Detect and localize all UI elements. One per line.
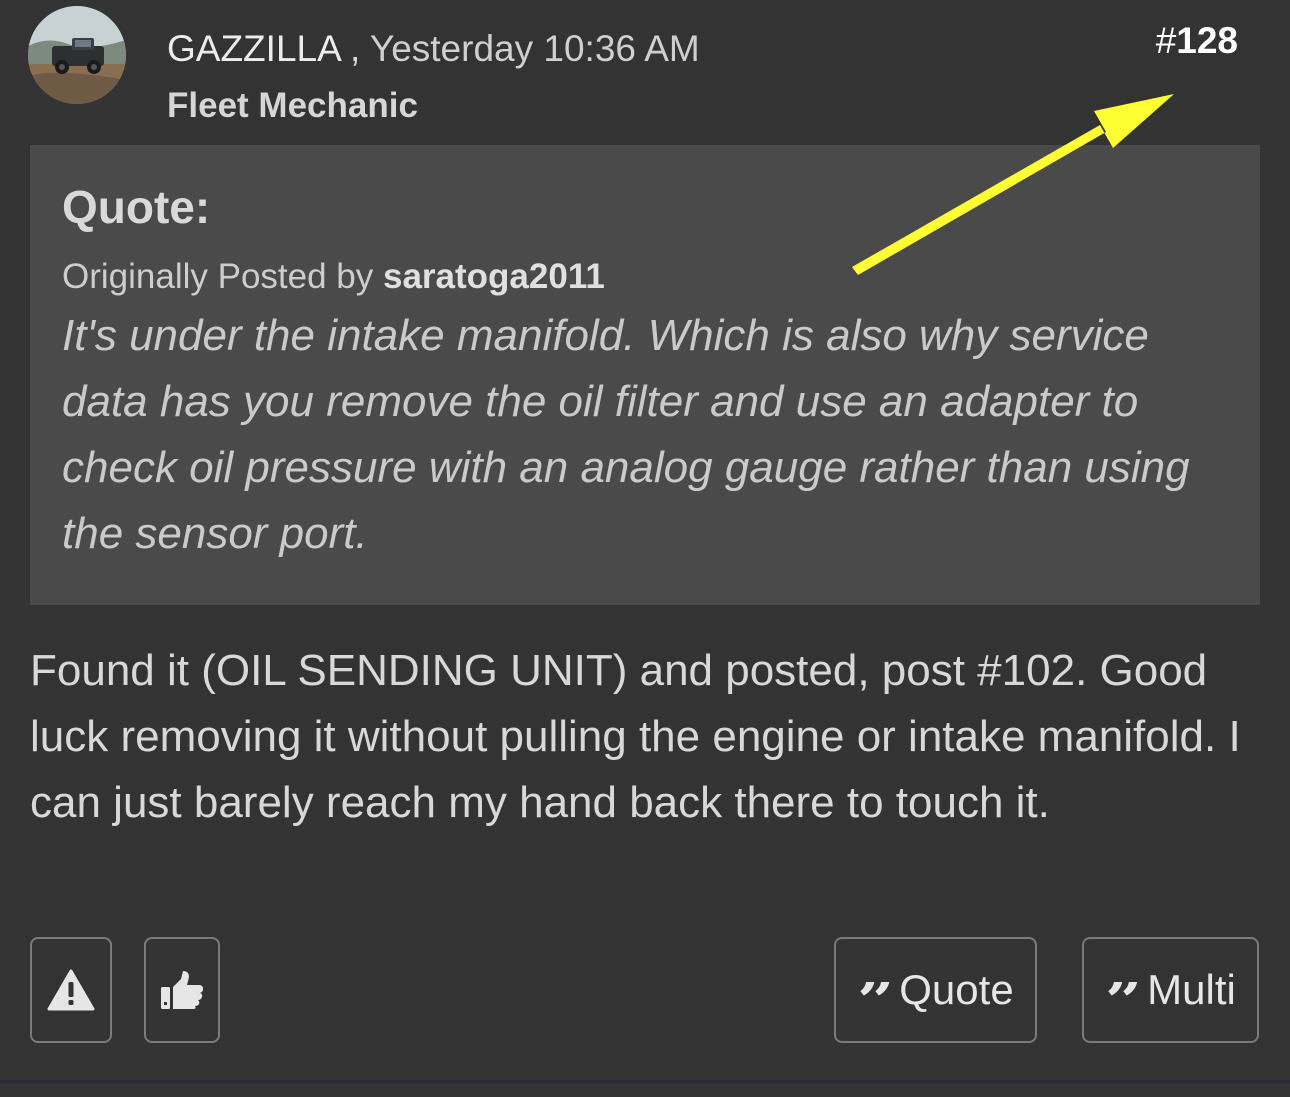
quoted-username[interactable]: saratoga2011 — [383, 257, 605, 296]
post-author-line: GAZZILLA , Yesterday 10:36 AM — [167, 28, 700, 70]
quote-heading: Quote: — [62, 181, 211, 233]
multi-quote-marks-icon: ” — [1105, 982, 1139, 1018]
author-name[interactable]: GAZZILLA — [167, 28, 340, 69]
user-title: Fleet Mechanic — [167, 86, 418, 125]
author-separator: , — [350, 28, 361, 69]
post-divider — [0, 1080, 1290, 1083]
post-message: Found it (OIL SENDING UNIT) and posted, … — [30, 646, 1241, 827]
quote-text: It's under the intake manifold. Which is… — [62, 311, 1190, 558]
quote-attribution: Originally Posted by saratoga2011 — [62, 257, 1230, 297]
like-button[interactable] — [144, 937, 220, 1043]
quote-attribution-prefix: Originally Posted by — [62, 257, 374, 296]
quote-block: Quote: Originally Posted by saratoga2011… — [30, 145, 1260, 605]
post-number-value: 128 — [1176, 20, 1238, 61]
thumbs-up-icon — [161, 971, 203, 1009]
quote-button[interactable]: ” Quote — [834, 937, 1037, 1043]
quote-marks-icon: ” — [857, 982, 891, 1018]
forum-post: GAZZILLA , Yesterday 10:36 AM Fleet Mech… — [0, 0, 1290, 1097]
quote-button-label: Quote — [899, 966, 1014, 1013]
post-number-link[interactable]: #128 — [1156, 20, 1238, 62]
post-number-prefix: # — [1155, 20, 1177, 61]
post-timestamp: Yesterday 10:36 AM — [369, 28, 700, 69]
warning-triangle-icon — [47, 969, 95, 1011]
author-avatar[interactable] — [28, 6, 126, 104]
multi-button-label: Multi — [1147, 966, 1236, 1013]
multi-quote-button[interactable]: ” Multi — [1082, 937, 1259, 1043]
report-button[interactable] — [30, 937, 112, 1043]
